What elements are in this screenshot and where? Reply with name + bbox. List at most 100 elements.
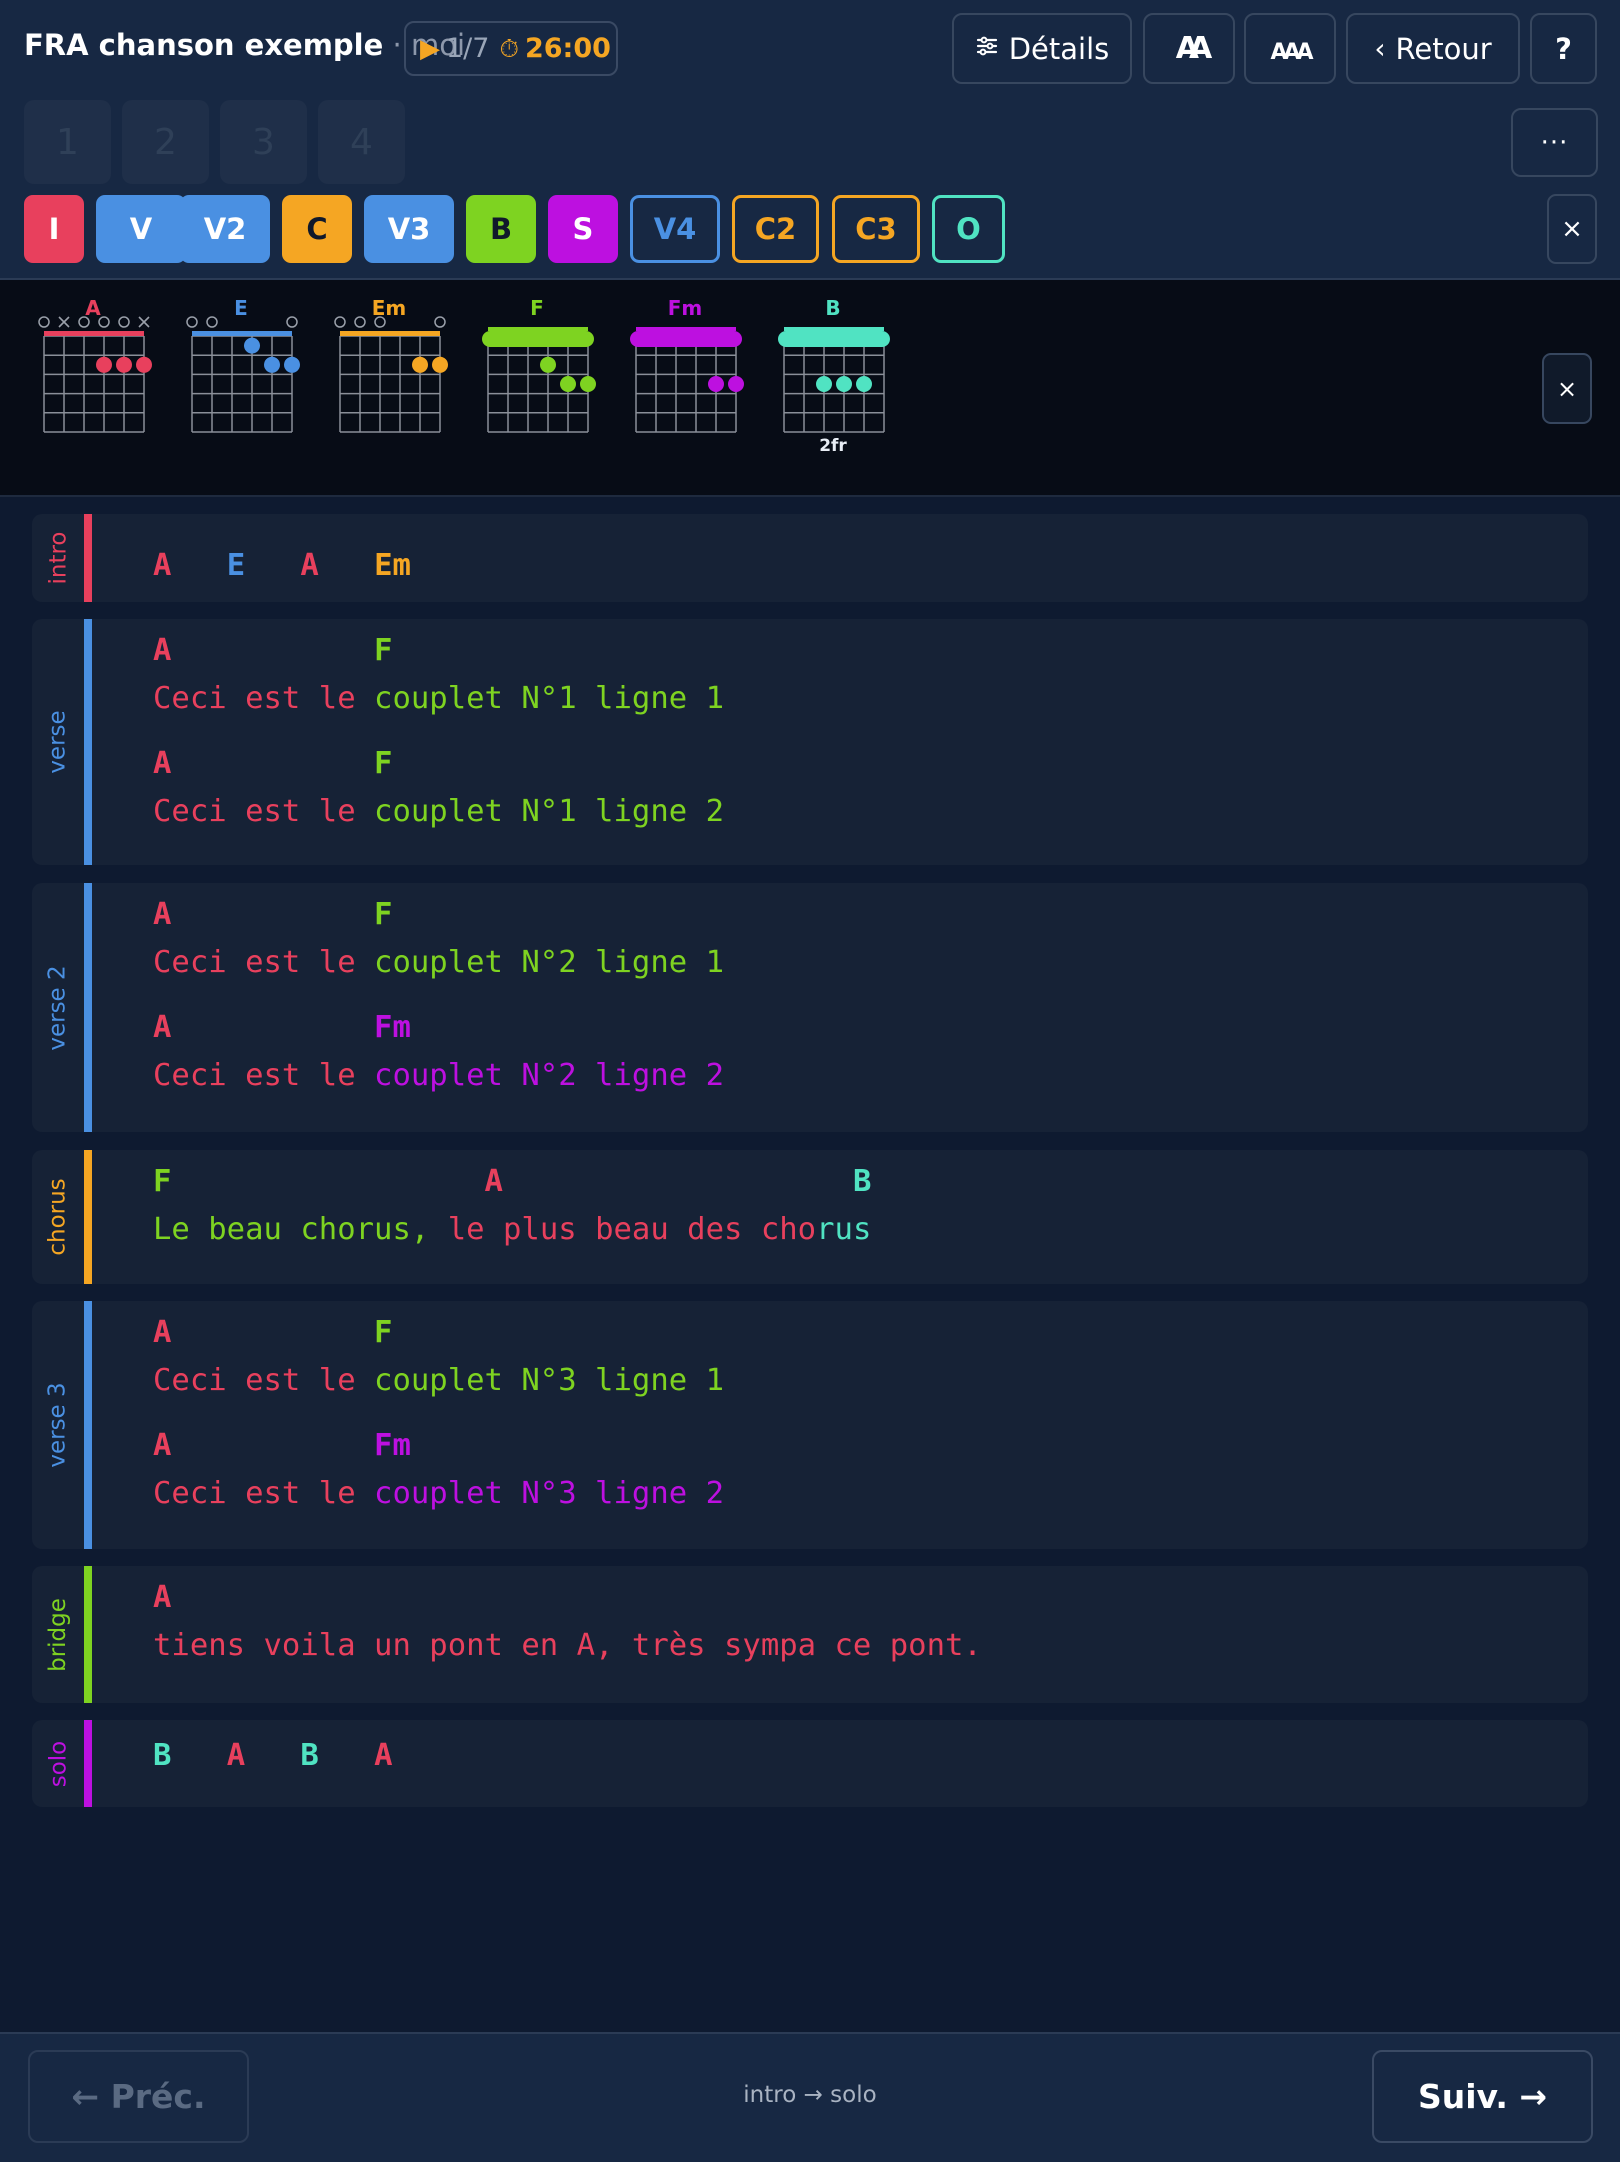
finger-dot xyxy=(432,356,448,373)
lyric-line: Ceci est le couplet N°1 ligne 1 xyxy=(153,681,724,717)
chord-diagram-fm: Fm xyxy=(620,280,750,480)
play-position-button[interactable]: ▶ 1/7 ⏱ 26:00 xyxy=(404,21,618,76)
section-path: intro → solo xyxy=(743,2082,877,2108)
lyric-segment: Ceci est le xyxy=(153,681,375,716)
section-label: chorus xyxy=(32,1150,84,1284)
chord-symbol: Em xyxy=(374,548,411,583)
previous-button[interactable]: ← Préc. xyxy=(28,2050,249,2143)
finger-dot xyxy=(816,376,832,392)
chord-line: A F xyxy=(153,746,392,782)
open-string-marker xyxy=(78,316,90,328)
finger-dot xyxy=(412,356,428,373)
chord-grid xyxy=(186,316,300,433)
chord-symbol: A xyxy=(153,633,375,668)
section-chip-v3[interactable]: V3 xyxy=(364,195,454,263)
chord-diagram-a: A xyxy=(28,280,158,480)
section-chip-c2[interactable]: C2 xyxy=(732,195,819,263)
close-chords-button[interactable]: × xyxy=(1542,353,1592,424)
open-string-marker xyxy=(98,316,110,328)
song-section-solo[interactable]: solo B A B A xyxy=(32,1720,1588,1807)
chord-symbol: A xyxy=(153,897,375,932)
chord-line: A Fm xyxy=(153,1010,411,1046)
section-color-bar xyxy=(84,1301,92,1549)
stopwatch-icon: ⏱ xyxy=(499,33,519,63)
more-options-button[interactable]: ··· xyxy=(1511,108,1598,177)
lyric-segment: le plus beau des cho xyxy=(447,1212,817,1247)
play-icon: ▶ xyxy=(420,33,440,64)
chevron-left-icon: ‹ xyxy=(1374,32,1386,65)
open-string-marker xyxy=(206,316,218,328)
more-icon: ··· xyxy=(1540,127,1569,158)
song-section-bridge[interactable]: bridge Atiens voila un pont en A, très sy… xyxy=(32,1566,1588,1703)
chord-grid xyxy=(38,316,152,433)
section-label-text: bridge xyxy=(45,1597,72,1672)
section-chip-c3[interactable]: C3 xyxy=(832,195,920,263)
section-chip-o[interactable]: O xyxy=(932,195,1005,263)
song-section-verse-3[interactable]: verse 3 A F Ceci est le couplet N°3 ligne … xyxy=(32,1301,1588,1549)
back-label: Retour xyxy=(1395,31,1492,66)
song-section-intro[interactable]: intro A E A Em xyxy=(32,514,1588,602)
lyric-segment: couplet N°2 ligne 1 xyxy=(374,945,724,980)
font-increase-button[interactable]: AAA xyxy=(1244,13,1336,84)
details-button[interactable]: Détails xyxy=(952,13,1132,84)
next-button[interactable]: Suiv. → xyxy=(1372,2050,1593,2143)
chord-symbol: A xyxy=(153,746,375,781)
section-chip-v4[interactable]: V4 xyxy=(630,195,720,263)
finger-dot xyxy=(856,376,872,392)
section-chip-b[interactable]: B xyxy=(466,195,536,263)
lyric-segment: couplet N°3 ligne 1 xyxy=(374,1363,724,1398)
back-button[interactable]: ‹ Retour xyxy=(1346,13,1520,84)
lyric-segment: couplet N°3 ligne 2 xyxy=(374,1476,724,1511)
chord-line: B A B A xyxy=(153,1738,392,1774)
chord-symbol: A xyxy=(300,548,375,583)
chord-line: A F xyxy=(153,897,392,933)
section-chip-v[interactable]: V xyxy=(96,195,186,263)
section-label-text: verse 3 xyxy=(45,1382,72,1468)
song-section-chorus[interactable]: chorus F A B Le beau chorus, le plus beau … xyxy=(32,1150,1588,1284)
muted-string-marker xyxy=(138,316,150,328)
song-title: FRA chanson exemple · moi xyxy=(24,28,465,62)
font-decrease-button[interactable]: AA xyxy=(1143,13,1235,84)
lyric-line: Ceci est le couplet N°2 ligne 2 xyxy=(153,1058,724,1094)
chord-symbol: E xyxy=(226,548,301,583)
section-label: solo xyxy=(32,1720,84,1807)
song-section-verse-2[interactable]: verse 2 A F Ceci est le couplet N°2 ligne … xyxy=(32,883,1588,1132)
chord-symbol: A xyxy=(153,1315,375,1350)
help-button[interactable]: ? xyxy=(1530,13,1597,84)
song-title-text: FRA chanson exemple xyxy=(24,28,384,62)
chord-line: A F xyxy=(153,633,392,669)
open-string-marker xyxy=(38,316,50,328)
section-chip-c[interactable]: C xyxy=(282,195,352,263)
chord-diagram-b: B 2fr xyxy=(768,280,898,480)
section-color-bar xyxy=(84,1150,92,1284)
font-decrease-icon: AA xyxy=(1175,31,1213,66)
section-label: verse 2 xyxy=(32,883,84,1132)
section-chip-v2[interactable]: V2 xyxy=(180,195,270,263)
lyric-line: Le beau chorus, le plus beau des chorus xyxy=(153,1212,871,1248)
finger-dot xyxy=(540,356,556,373)
page-button-3[interactable]: 3 xyxy=(220,100,307,184)
section-color-bar xyxy=(84,1720,92,1807)
play-position: 1/7 xyxy=(446,33,490,64)
section-chip-s[interactable]: S xyxy=(548,195,618,263)
close-icon: × xyxy=(1561,214,1583,244)
chord-grid xyxy=(482,327,596,433)
lyric-line: Ceci est le couplet N°1 ligne 2 xyxy=(153,794,724,830)
chord-symbol: F xyxy=(374,897,393,932)
close-icon: × xyxy=(1556,374,1578,403)
open-string-marker xyxy=(118,316,130,328)
sliders-icon xyxy=(975,32,999,65)
page-button-1[interactable]: 1 xyxy=(24,100,111,184)
lyric-segment: Ceci est le xyxy=(153,1363,375,1398)
song-section-verse[interactable]: verse A F Ceci est le couplet N°1 ligne 1 A… xyxy=(32,619,1588,865)
lyric-line: Ceci est le couplet N°3 ligne 1 xyxy=(153,1363,724,1399)
lyric-line: Ceci est le couplet N°3 ligne 2 xyxy=(153,1476,724,1512)
section-chip-i[interactable]: I xyxy=(24,195,84,263)
chord-symbol: F xyxy=(153,1164,485,1199)
finger-dot xyxy=(728,376,744,392)
chord-line: A F xyxy=(153,1315,392,1351)
section-color-bar xyxy=(84,1566,92,1703)
page-button-2[interactable]: 2 xyxy=(122,100,209,184)
close-sections-button[interactable]: × xyxy=(1547,194,1597,264)
page-button-4[interactable]: 4 xyxy=(318,100,405,184)
